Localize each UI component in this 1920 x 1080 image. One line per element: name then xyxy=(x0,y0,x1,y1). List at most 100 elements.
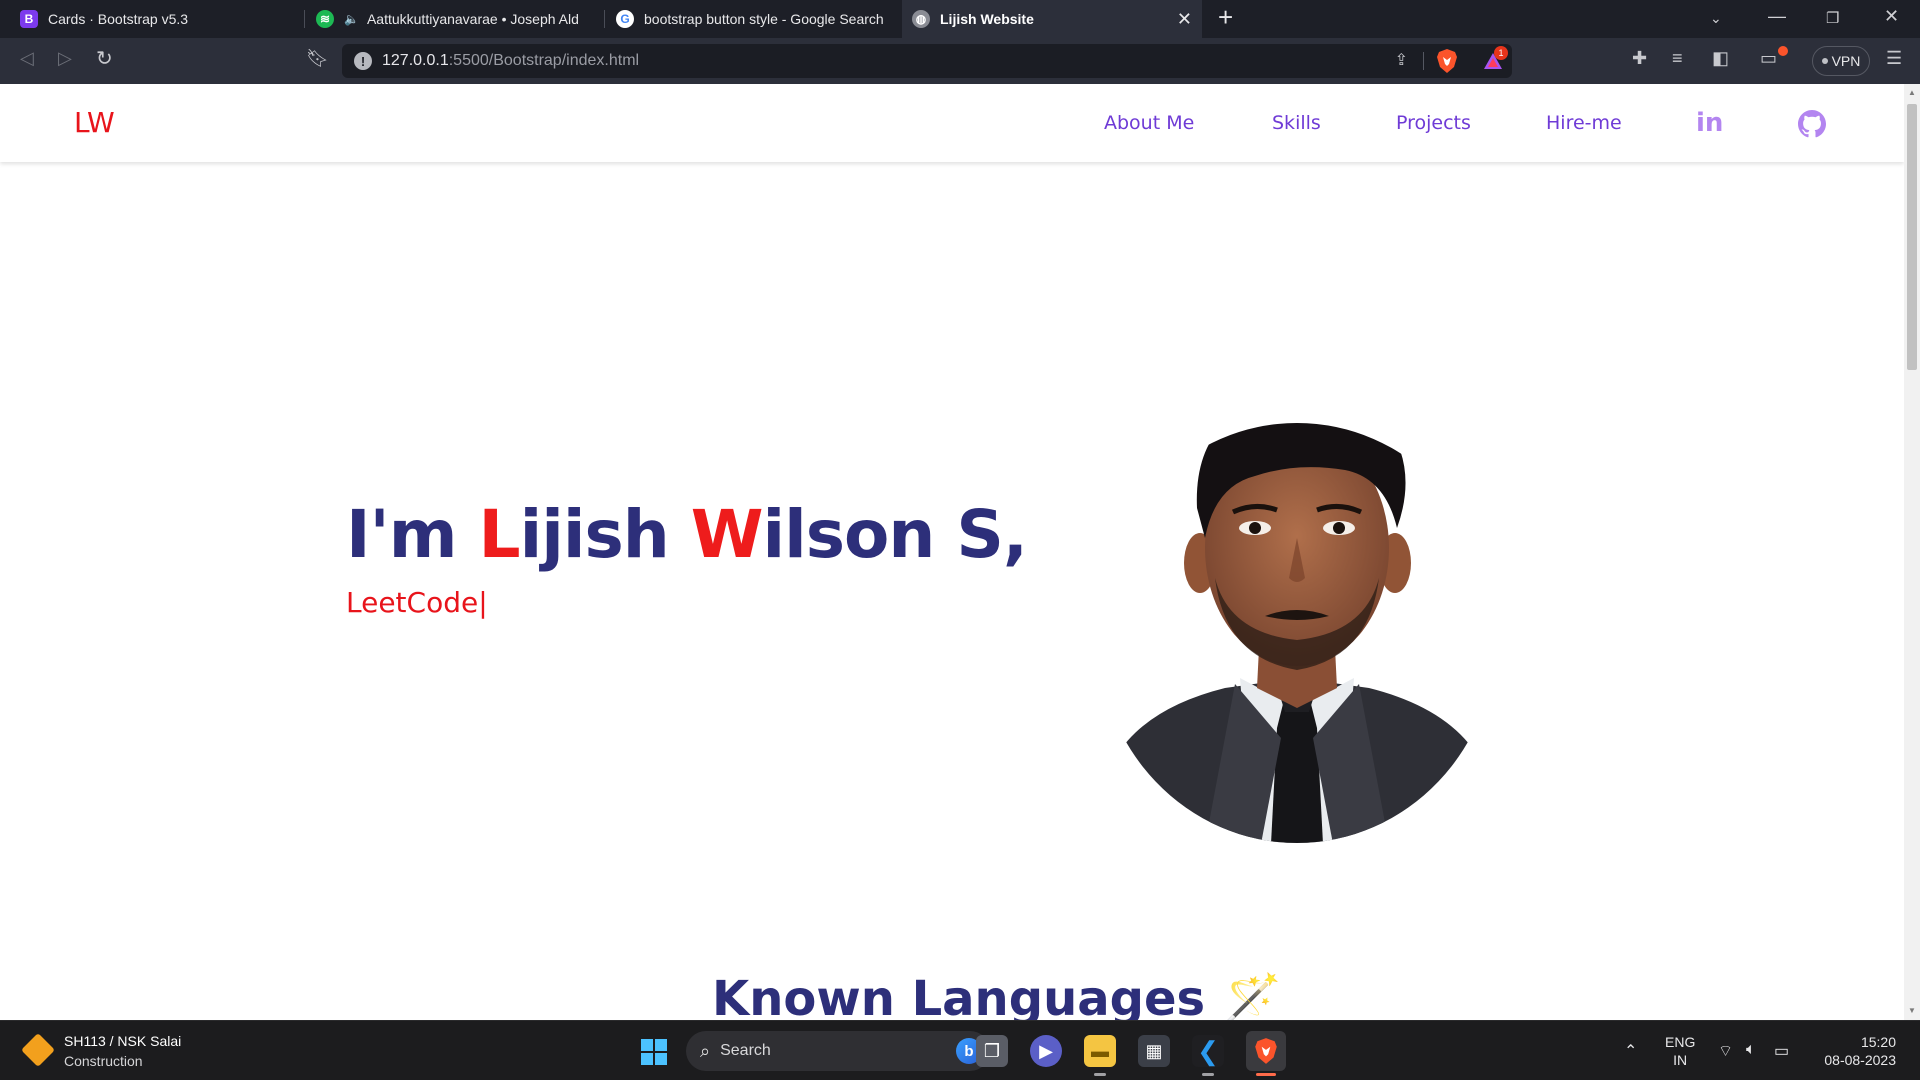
battery-icon[interactable]: ▭ xyxy=(1774,1041,1789,1061)
url-path: :5500/Bootstrap/index.html xyxy=(448,52,640,69)
search-label: Search xyxy=(720,1042,771,1059)
site-navbar: LW About Me Skills Projects Hire-me in xyxy=(0,84,1904,162)
back-icon[interactable]: ◁ xyxy=(20,48,34,69)
task-view-icon[interactable]: ❐ xyxy=(976,1035,1008,1067)
start-button[interactable] xyxy=(641,1039,667,1065)
nav-about-me[interactable]: About Me xyxy=(1104,112,1194,134)
typing-cursor: | xyxy=(478,586,488,619)
tab-title: bootstrap button style - Google Search xyxy=(644,11,884,27)
tab-google-search[interactable]: G bootstrap button style - Google Search xyxy=(606,0,900,38)
new-tab-button[interactable]: + xyxy=(1218,2,1233,33)
system-clock[interactable]: 15:20 08-08-2023 xyxy=(1810,1033,1896,1069)
windows-logo-tile xyxy=(655,1053,667,1065)
weather-title[interactable]: SH113 / NSK Salai xyxy=(64,1033,181,1049)
microsoft-store-icon[interactable]: ▦ xyxy=(1138,1035,1170,1067)
hero-title-part: I'm xyxy=(346,496,479,573)
tab-bootstrap-cards[interactable]: B Cards · Bootstrap v5.3 xyxy=(10,0,310,38)
tab-search-chevron-icon[interactable]: ⌄ xyxy=(1710,10,1722,27)
known-languages-heading: Known Languages 🪄 xyxy=(712,970,1282,1020)
typed-word: LeetCode xyxy=(346,586,479,619)
taskbar-search[interactable]: ⌕ Search b xyxy=(686,1031,990,1071)
sidebar-icon[interactable]: ◧ xyxy=(1712,48,1729,69)
wallet-notification-dot xyxy=(1778,46,1788,56)
weather-warning-icon[interactable] xyxy=(21,1033,55,1067)
tab-lijish-website[interactable]: ◍ Lijish Website ✕ xyxy=(902,0,1202,38)
hero-title-initial-w: W xyxy=(690,496,764,573)
vscode-icon[interactable]: ❮ xyxy=(1192,1035,1224,1067)
bootstrap-icon: B xyxy=(20,10,38,28)
active-app-indicator xyxy=(1256,1073,1276,1076)
typed-text: LeetCode| xyxy=(346,586,488,619)
address-bar[interactable]: ! 127.0.0.1:5500/Bootstrap/index.html ⇪ … xyxy=(342,44,1512,78)
wifi-icon[interactable]: ⌔ xyxy=(1718,1041,1733,1061)
reload-icon[interactable]: ↻ xyxy=(96,46,113,71)
region-code: IN xyxy=(1673,1052,1688,1068)
clock-time: 15:20 xyxy=(1860,1034,1896,1050)
tab-separator xyxy=(604,10,605,28)
tab-title: Lijish Website xyxy=(940,11,1034,27)
extensions-icon[interactable]: ✚ xyxy=(1632,48,1647,69)
share-icon[interactable]: ⇪ xyxy=(1395,50,1408,70)
vpn-label: VPN xyxy=(1831,53,1861,69)
forward-icon[interactable]: ▷ xyxy=(58,48,72,69)
scroll-down-arrow-icon[interactable]: ▼ xyxy=(1908,1006,1916,1015)
browser-toolbar: ◁ ▷ ↻ 🔖︎ ! 127.0.0.1:5500/Bootstrap/inde… xyxy=(0,38,1920,84)
google-icon: G xyxy=(616,10,634,28)
site-info-icon[interactable]: ! xyxy=(354,52,372,70)
bookmark-icon[interactable]: 🔖︎ xyxy=(306,48,329,69)
nav-hire-me[interactable]: Hire-me xyxy=(1546,112,1622,134)
rewards-badge: 1 xyxy=(1494,46,1508,60)
hero-title-part: ilson S, xyxy=(762,496,1028,573)
language-code: ENG xyxy=(1665,1034,1696,1050)
section-title-text: Known Languages xyxy=(712,971,1206,1020)
tab-title: Aattukkuttiyanavarae • Joseph Ald xyxy=(366,11,579,27)
page-scrollbar[interactable]: ▲ ▼ xyxy=(1904,84,1920,1020)
file-explorer-icon[interactable]: ▬ xyxy=(1084,1035,1116,1067)
tab-spotify[interactable]: ≋ 🔈 Aattukkuttiyanavarae • Joseph Ald xyxy=(306,0,604,38)
scrollbar-thumb[interactable] xyxy=(1907,104,1917,370)
wallet-icon[interactable]: ▭ xyxy=(1760,48,1777,69)
nav-skills[interactable]: Skills xyxy=(1272,112,1321,134)
restore-button[interactable]: ❐ xyxy=(1826,9,1839,27)
hero-title-initial-l: L xyxy=(478,496,521,573)
menu-icon[interactable]: ☰ xyxy=(1886,48,1902,69)
windows-logo-tile xyxy=(641,1053,653,1065)
url-host: 127.0.0.1 xyxy=(382,52,449,69)
magic-wand-icon: 🪄 xyxy=(1221,971,1282,1020)
brave-browser-icon[interactable] xyxy=(1246,1031,1286,1071)
url-divider xyxy=(1423,52,1424,70)
windows-logo-tile xyxy=(641,1039,653,1051)
web-page: LW About Me Skills Projects Hire-me in I… xyxy=(0,84,1904,1020)
close-window-button[interactable]: ✕ xyxy=(1884,6,1899,27)
brave-shields-icon[interactable] xyxy=(1436,48,1458,74)
scroll-up-arrow-icon[interactable]: ▲ xyxy=(1908,88,1916,97)
brand-logo[interactable]: LW xyxy=(74,106,115,139)
search-icon: ⌕ xyxy=(700,1040,711,1061)
tab-separator xyxy=(304,10,305,28)
github-icon[interactable] xyxy=(1798,110,1826,143)
clock-date: 08-08-2023 xyxy=(1824,1052,1896,1068)
running-indicator xyxy=(1202,1073,1214,1076)
playlist-icon[interactable]: ≡ xyxy=(1672,48,1683,69)
nav-projects[interactable]: Projects xyxy=(1396,112,1471,134)
minimize-button[interactable]: — xyxy=(1768,6,1786,27)
teams-chat-icon[interactable]: ▶ xyxy=(1030,1035,1062,1067)
hero-heading: I'm Lijish Wilson S, xyxy=(346,496,1028,573)
volume-icon[interactable]: 🔈︎ xyxy=(1746,1041,1756,1059)
globe-icon: ◍ xyxy=(912,10,930,28)
linkedin-icon[interactable]: in xyxy=(1696,108,1723,138)
speaker-icon[interactable]: 🔈 xyxy=(344,12,359,26)
close-tab-icon[interactable]: ✕ xyxy=(1177,9,1192,30)
input-language[interactable]: ENG IN xyxy=(1665,1033,1695,1069)
vpn-button[interactable]: VPN xyxy=(1812,46,1870,76)
vpn-status-dot xyxy=(1821,58,1828,64)
show-hidden-icons-chevron-icon[interactable]: ⌃ xyxy=(1624,1041,1637,1061)
running-indicator xyxy=(1094,1073,1106,1076)
tab-title: Cards · Bootstrap v5.3 xyxy=(48,11,189,27)
spotify-icon: ≋ xyxy=(316,10,334,28)
windows-logo-tile xyxy=(655,1039,667,1051)
weather-subtitle[interactable]: Construction xyxy=(64,1053,143,1069)
profile-portrait xyxy=(1097,423,1497,843)
windows-taskbar: SH113 / NSK Salai Construction ⌕ Search … xyxy=(0,1020,1920,1080)
tab-bar: B Cards · Bootstrap v5.3 ≋ 🔈 Aattukkutti… xyxy=(0,0,1920,38)
